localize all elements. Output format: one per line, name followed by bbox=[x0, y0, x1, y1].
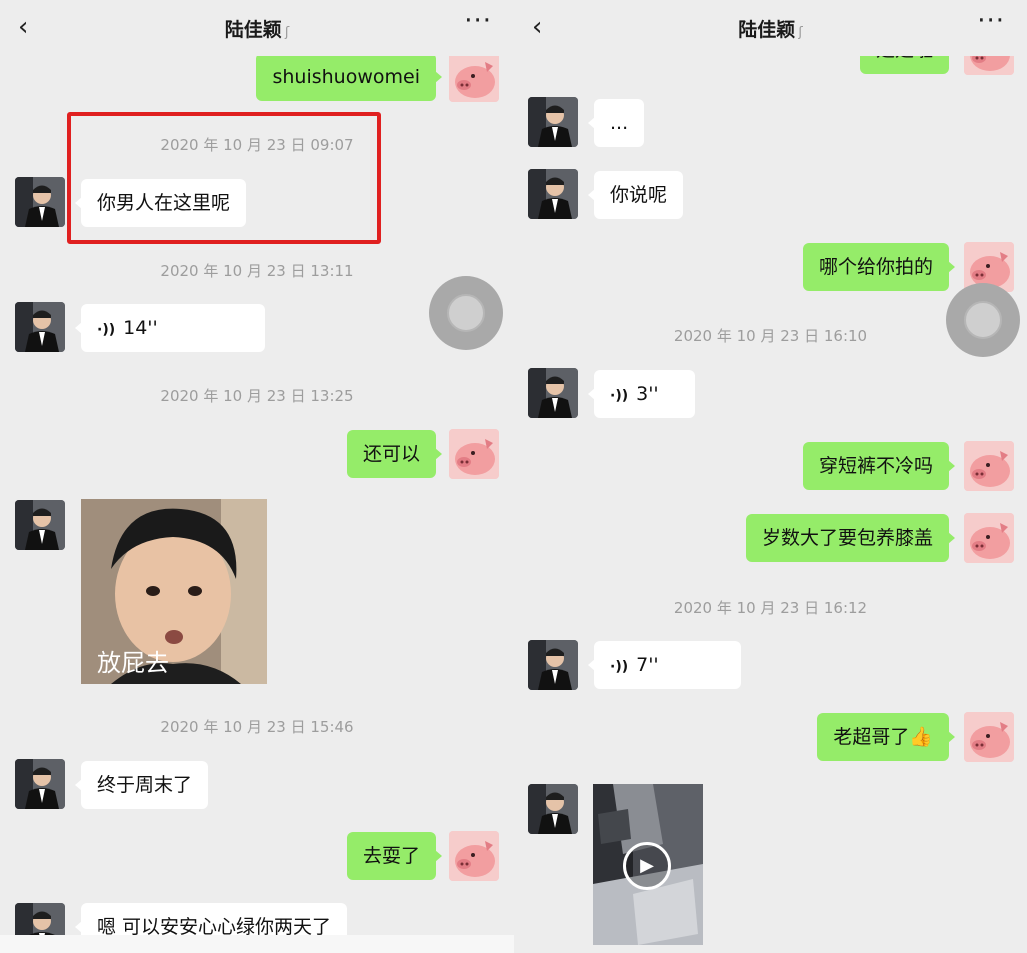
avatar-contact[interactable] bbox=[15, 302, 65, 352]
contact-name: 陆佳颖 bbox=[224, 19, 282, 41]
avatar-contact[interactable] bbox=[15, 177, 65, 227]
avatar-contact[interactable] bbox=[528, 169, 578, 219]
chat-pane-right: ‹ 陆佳颖ʃ ··· 是是啦 ... 你说呢 哪个给你拍的 2020 年 10 … bbox=[514, 0, 1027, 953]
message-incoming[interactable]: 你说呢 bbox=[587, 171, 684, 219]
more-icon[interactable]: ··· bbox=[464, 6, 492, 36]
chat-header: ‹ 陆佳颖 ʃ ··· bbox=[514, 0, 1027, 56]
message-incoming[interactable]: ... bbox=[587, 99, 645, 147]
avatar-contact[interactable] bbox=[15, 500, 65, 550]
avatar-contact[interactable] bbox=[528, 368, 578, 418]
timestamp: 2020 年 10 月 23 日 15:46 bbox=[160, 718, 354, 736]
chat-header: ‹ 陆佳颖 ʃ ··· bbox=[0, 0, 514, 56]
voice-duration: 3'' bbox=[636, 383, 659, 405]
voice-wave-icon: ·)) bbox=[610, 388, 629, 404]
message-outgoing[interactable]: 老超哥了👍 bbox=[817, 713, 955, 761]
contact-name: 陆佳颖 bbox=[738, 19, 796, 41]
video-message-thumbnail[interactable]: ▶ bbox=[593, 784, 703, 945]
play-icon[interactable]: ▶ bbox=[623, 842, 671, 890]
avatar-self[interactable] bbox=[964, 513, 1014, 563]
avatar-self[interactable] bbox=[964, 441, 1014, 491]
avatar-self[interactable] bbox=[964, 712, 1014, 762]
avatar-self[interactable] bbox=[449, 831, 499, 881]
avatar-contact[interactable] bbox=[15, 759, 65, 809]
timestamp: 2020 年 10 月 23 日 13:25 bbox=[160, 387, 354, 405]
ear-icon: ʃ bbox=[798, 25, 803, 40]
voice-wave-icon: ·)) bbox=[610, 659, 629, 675]
voice-wave-icon: ·)) bbox=[97, 322, 116, 338]
avatar-self[interactable] bbox=[449, 52, 499, 102]
avatar-self[interactable] bbox=[449, 429, 499, 479]
floating-window-button[interactable] bbox=[429, 276, 503, 350]
chat-title: 陆佳颖 ʃ bbox=[514, 15, 1027, 42]
message-incoming[interactable]: 你男人在这里呢 bbox=[74, 179, 247, 227]
voice-message[interactable]: ·)) 14'' bbox=[75, 304, 265, 352]
message-outgoing[interactable]: 还可以 bbox=[346, 430, 443, 478]
message-outgoing[interactable]: 哪个给你拍的 bbox=[802, 243, 956, 291]
message-incoming[interactable]: 终于周末了 bbox=[74, 761, 209, 809]
floating-window-icon bbox=[447, 294, 485, 332]
input-bar[interactable] bbox=[0, 935, 514, 953]
voice-message[interactable]: ·)) 3'' bbox=[588, 370, 695, 418]
sticker-caption: 放屁去 bbox=[97, 649, 169, 677]
sticker-image[interactable]: 放屁去 bbox=[81, 499, 267, 684]
timestamp: 2020 年 10 月 23 日 09:07 bbox=[160, 136, 354, 154]
message-outgoing[interactable]: 岁数大了要包养膝盖 bbox=[745, 514, 956, 562]
avatar-contact[interactable] bbox=[528, 784, 578, 834]
message-outgoing[interactable]: 穿短裤不冷吗 bbox=[802, 442, 956, 490]
message-outgoing[interactable]: 去耍了 bbox=[346, 832, 443, 880]
avatar-contact[interactable] bbox=[528, 97, 578, 147]
timestamp: 2020 年 10 月 23 日 13:11 bbox=[160, 262, 354, 280]
timestamp: 2020 年 10 月 23 日 16:10 bbox=[673, 327, 868, 345]
voice-duration: 14'' bbox=[123, 317, 158, 339]
chat-title: 陆佳颖 ʃ bbox=[0, 15, 514, 42]
message-outgoing[interactable]: shuishuowomei bbox=[256, 53, 442, 101]
voice-duration: 7'' bbox=[636, 654, 659, 676]
timestamp: 2020 年 10 月 23 日 16:12 bbox=[673, 599, 868, 617]
avatar-contact[interactable] bbox=[528, 640, 578, 690]
voice-message[interactable]: ·)) 7'' bbox=[588, 641, 741, 689]
more-icon[interactable]: ··· bbox=[977, 6, 1005, 36]
chat-pane-left: ‹ 陆佳颖 ʃ ··· shuishuowomei 2020 年 10 月 23 … bbox=[0, 0, 514, 953]
ear-icon: ʃ bbox=[284, 25, 290, 40]
